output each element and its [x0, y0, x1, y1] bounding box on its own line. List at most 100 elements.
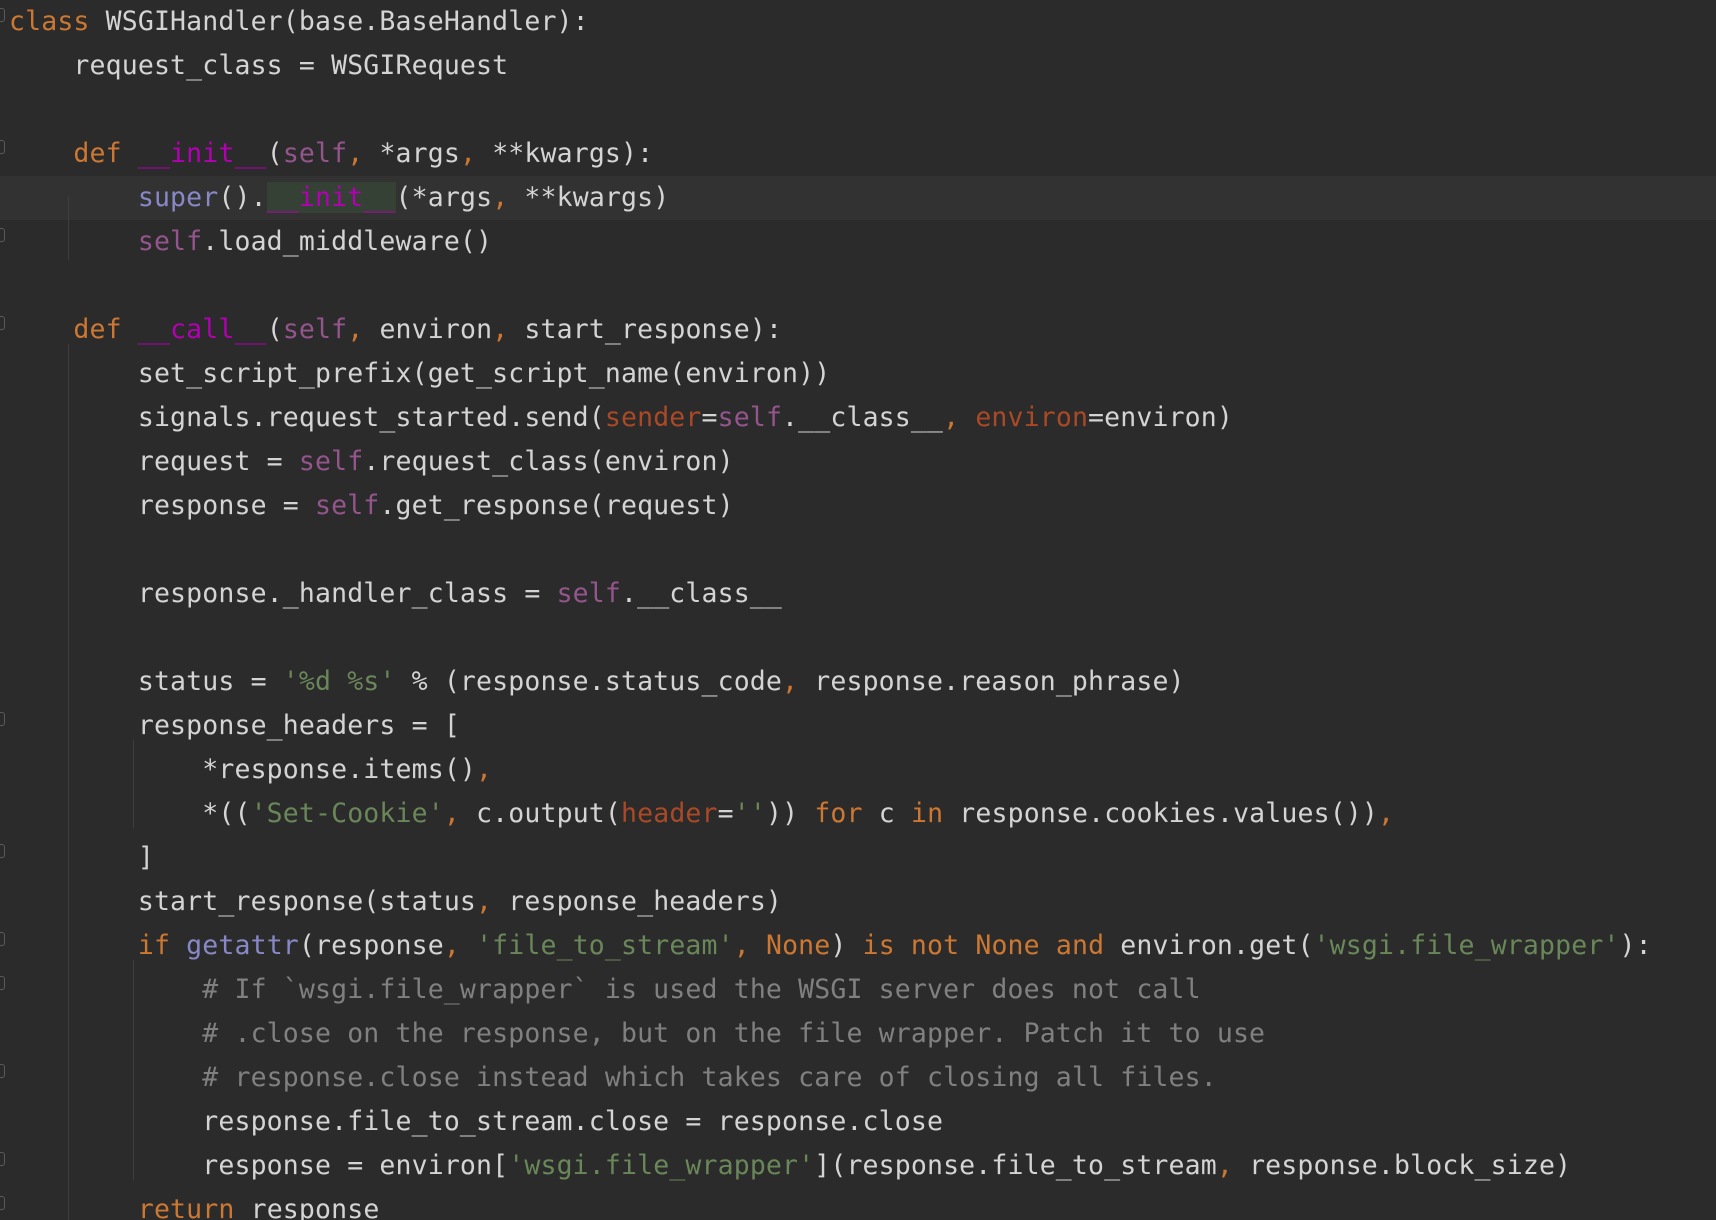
code-line[interactable]: response.file_to_stream.close = response…	[9, 1100, 943, 1144]
fold-marker-icon[interactable]	[0, 1064, 5, 1078]
code-token: super	[137, 182, 219, 213]
code-token: response._handler_class =	[9, 578, 557, 609]
fold-marker-icon[interactable]	[0, 976, 5, 990]
code-line[interactable]: # response.close instead which takes car…	[9, 1056, 1217, 1100]
code-line[interactable]: class WSGIHandler(base.BaseHandler):	[9, 0, 589, 44]
code-token: None	[765, 930, 831, 961]
code-token: class	[9, 6, 90, 37]
code-token: ,	[782, 666, 815, 697]
code-line[interactable]: if getattr(response, 'file_to_stream', N…	[9, 924, 1652, 968]
code-token: ,	[733, 930, 766, 961]
code-line[interactable]: response = environ['wsgi.file_wrapper'](…	[9, 1144, 1571, 1188]
code-token: self	[717, 402, 783, 433]
code-line[interactable]: super().__init__(*args, **kwargs)	[9, 176, 669, 220]
code-line[interactable]: def __call__(self, environ, start_respon…	[9, 308, 782, 352]
code-token: environ	[975, 402, 1089, 433]
code-line[interactable]: response._handler_class = self.__class__	[9, 572, 782, 616]
code-line[interactable]: set_script_prefix(get_script_name(enviro…	[9, 352, 830, 396]
code-token: request_class = WSGIRequest	[9, 50, 509, 81]
fold-marker-icon[interactable]	[0, 316, 5, 330]
code-token: self	[556, 578, 621, 609]
code-token: response = environ[	[9, 1150, 509, 1181]
code-token: 'wsgi.file_wrapper'	[508, 1150, 815, 1181]
code-token: response.file_to_stream.close = response…	[9, 1106, 944, 1137]
code-line[interactable]: start_response(status, response_headers)	[9, 880, 782, 924]
code-token: **kwargs)	[524, 182, 670, 213]
code-token: start_response(status	[9, 886, 477, 917]
code-token: ,	[476, 754, 493, 785]
code-line[interactable]: ]	[9, 836, 154, 880]
code-token: ,	[347, 314, 380, 345]
code-token: **kwargs):	[492, 138, 654, 169]
code-token: response_headers)	[508, 886, 783, 917]
code-token: set_script_prefix(get_script_name(enviro…	[9, 358, 831, 389]
code-token: environ	[379, 314, 493, 345]
code-token: c.output(	[476, 798, 622, 829]
code-token: self	[298, 446, 364, 477]
code-token: def	[73, 138, 122, 169]
code-token: ,	[492, 314, 525, 345]
code-token: )	[830, 930, 863, 961]
fold-marker-icon[interactable]	[0, 140, 5, 154]
code-token: response.block_size)	[1249, 1150, 1572, 1181]
code-line[interactable]: *response.items(),	[9, 748, 492, 792]
code-token: header	[621, 798, 718, 829]
code-token: *((	[9, 798, 251, 829]
code-token: =environ)	[1088, 402, 1233, 433]
code-token: response =	[9, 490, 315, 521]
code-token: .__class__	[620, 578, 783, 609]
code-token: =	[717, 798, 734, 829]
code-line[interactable]: return response	[9, 1188, 379, 1220]
code-token: ))	[765, 798, 815, 829]
code-line[interactable]: response = self.get_response(request)	[9, 484, 734, 528]
fold-marker-icon[interactable]	[0, 1152, 5, 1166]
code-line[interactable]: self.load_middleware()	[9, 220, 492, 264]
code-token: __init__	[137, 138, 267, 169]
code-token: .request_class(environ)	[363, 446, 734, 477]
code-token: c	[862, 798, 911, 829]
code-token: (	[266, 138, 283, 169]
code-line[interactable]: *(('Set-Cookie', c.output(header='')) fo…	[9, 792, 1394, 836]
code-line[interactable]: def __init__(self, *args, **kwargs):	[9, 132, 653, 176]
code-token: response_headers = [	[9, 710, 460, 741]
code-token: for	[814, 798, 863, 829]
code-token: ,	[943, 402, 976, 433]
fold-marker-icon[interactable]	[0, 712, 5, 726]
code-token: (*args	[395, 182, 493, 213]
code-line[interactable]: status = '%d %s' % (response.status_code…	[9, 660, 1185, 704]
code-token: ,	[492, 182, 525, 213]
fold-marker-icon[interactable]	[0, 228, 5, 242]
code-token: ):	[1619, 930, 1652, 961]
fold-marker-icon[interactable]	[0, 1196, 5, 1210]
code-line[interactable]: request_class = WSGIRequest	[9, 44, 508, 88]
code-token: request =	[9, 446, 299, 477]
code-token: # response.close instead which takes car…	[202, 1062, 1217, 1093]
code-editor[interactable]: class WSGIHandler(base.BaseHandler): req…	[0, 0, 1716, 1220]
code-token: __call__	[137, 314, 267, 345]
code-token: signals.request_started.send(	[9, 402, 605, 433]
code-token: self	[314, 490, 380, 521]
code-line[interactable]: signals.request_started.send(sender=self…	[9, 396, 1233, 440]
fold-marker-icon[interactable]	[0, 932, 5, 946]
code-token: sender	[604, 402, 702, 433]
code-line[interactable]: response_headers = [	[9, 704, 460, 748]
code-token: .__class__	[782, 402, 944, 433]
code-token: self	[282, 138, 348, 169]
code-token: is not None and	[862, 930, 1105, 961]
fold-marker-icon[interactable]	[0, 844, 5, 858]
code-token: ,	[443, 930, 477, 961]
fold-marker-icon[interactable]	[0, 8, 5, 22]
code-line[interactable]: # .close on the response, but on the fil…	[9, 1012, 1265, 1056]
code-token: response.reason_phrase)	[814, 666, 1185, 697]
code-token: (response	[298, 930, 444, 961]
code-line[interactable]: request = self.request_class(environ)	[9, 440, 734, 484]
code-line[interactable]: # If `wsgi.file_wrapper` is used the WSG…	[9, 968, 1201, 1012]
code-token: self	[282, 314, 348, 345]
code-token: environ.get(	[1104, 930, 1314, 961]
